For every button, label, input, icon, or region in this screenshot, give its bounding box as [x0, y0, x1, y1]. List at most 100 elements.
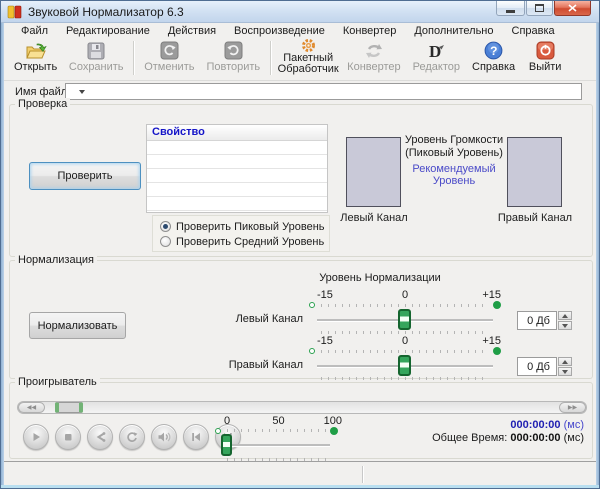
tick-marks — [321, 331, 487, 334]
toolbar-redo-label: Повторить — [206, 61, 261, 73]
repeat-button[interactable] — [119, 424, 145, 450]
menu-file[interactable]: Файл — [12, 24, 57, 38]
toolbar-exit-button[interactable]: Выйти — [521, 39, 569, 73]
stop-button[interactable] — [55, 424, 81, 450]
radio-selected-icon[interactable] — [160, 221, 171, 232]
seek-bar[interactable]: ◀◀ ▶▶ — [17, 401, 587, 414]
left-channel-slider-label: Левый Канал — [235, 313, 303, 325]
volume-title-line2: (Пиковый Уровень) — [405, 147, 503, 159]
minimize-icon — [506, 9, 515, 13]
right-db-spinner: 0 Дб — [517, 357, 572, 376]
slider-track-area[interactable] — [215, 434, 342, 458]
range-end-dot-icon — [493, 301, 501, 309]
total-time-value: 000:00:00 — [510, 432, 561, 444]
seek-right-button[interactable]: ▶▶ — [559, 402, 586, 413]
current-time-value: 000:00:00 — [510, 419, 561, 431]
volume-mid-label: 50 — [272, 415, 285, 427]
total-time-label: Общее Время: — [432, 432, 508, 444]
toolbar-open-button[interactable]: Открыть — [8, 39, 63, 73]
window-border-left — [1, 23, 4, 488]
toolbar-help-label: Справка — [472, 61, 516, 73]
shuffle-button[interactable] — [87, 424, 113, 450]
normalization-group-label: Нормализация — [15, 254, 97, 266]
right-db-value[interactable]: 0 Дб — [517, 357, 557, 376]
total-time-line: Общее Время: 000:00:00 (мс) — [432, 432, 584, 445]
status-bar — [4, 461, 596, 487]
stop-icon — [65, 434, 72, 441]
close-button[interactable] — [554, 1, 591, 16]
menu-extra[interactable]: Дополнительно — [405, 24, 502, 38]
left-channel-meter — [346, 137, 401, 207]
volume-slider[interactable]: 0 50 100 — [215, 415, 342, 461]
slider-track[interactable] — [223, 444, 330, 446]
maximize-icon — [535, 4, 544, 12]
titlebar[interactable]: Звуковой Нормализатор 6.3 — [1, 1, 599, 23]
right-channel-slider[interactable]: -15 0 +15 — [309, 335, 501, 380]
menu-help[interactable]: Справка — [503, 24, 564, 38]
toolbar-open-label: Открыть — [14, 61, 58, 73]
play-button[interactable] — [23, 424, 49, 450]
player-buttons — [23, 424, 241, 450]
play-icon — [33, 433, 40, 441]
left-db-value[interactable]: 0 Дб — [517, 311, 557, 330]
slider-thumb[interactable] — [221, 434, 232, 456]
menu-playback[interactable]: Воспроизведение — [225, 24, 334, 38]
property-table-header[interactable]: Свойство — [147, 125, 327, 141]
recommended-line1: Рекомендуемый — [412, 163, 496, 175]
toolbar-editor-label: Редактор — [412, 61, 460, 73]
normalize-button-label: Нормализовать — [37, 319, 118, 332]
volume-button[interactable] — [151, 424, 177, 450]
app-icon — [7, 5, 23, 19]
folder-open-icon — [25, 40, 47, 61]
filename-combobox[interactable] — [65, 83, 582, 100]
spin-down-button[interactable] — [558, 321, 572, 330]
toolbar-save-button[interactable]: Сохранить — [63, 39, 129, 73]
slider-thumb[interactable] — [398, 309, 411, 330]
previous-icon — [192, 433, 200, 441]
spin-down-button[interactable] — [558, 367, 572, 376]
minimize-button[interactable] — [496, 1, 525, 16]
scale-zero: 0 — [401, 335, 409, 347]
toolbar-converter-button[interactable]: Конвертер — [341, 39, 406, 73]
left-channel-slider[interactable]: -15 0 +15 — [309, 289, 501, 334]
toolbar-undo-button[interactable]: Отменить — [138, 39, 200, 73]
menu-edit[interactable]: Редактирование — [57, 24, 159, 38]
close-icon — [568, 4, 577, 12]
scale-max: +15 — [482, 335, 501, 347]
table-row — [147, 183, 327, 197]
slider-thumb[interactable] — [398, 355, 411, 376]
normalize-button[interactable]: Нормализовать — [29, 312, 126, 339]
seek-thumb[interactable] — [55, 402, 83, 413]
previous-track-button[interactable] — [183, 424, 209, 450]
maximize-button[interactable] — [526, 1, 553, 16]
toolbar-help-button[interactable]: ? Справка — [466, 39, 521, 73]
table-row — [147, 169, 327, 183]
app-window: Звуковой Нормализатор 6.3 Файл Редактиро… — [0, 0, 600, 489]
radio-peak-option[interactable]: Проверить Пиковый Уровень — [160, 219, 329, 234]
property-table[interactable]: Свойство — [146, 124, 328, 213]
slider-track-area[interactable] — [309, 355, 501, 377]
menu-converter[interactable]: Конвертер — [334, 24, 405, 38]
toolbar-separator — [133, 41, 135, 75]
radio-unselected-icon[interactable] — [160, 236, 171, 247]
editor-d-icon: D — [426, 40, 446, 61]
toolbar-undo-label: Отменить — [144, 61, 195, 73]
arrow-up-icon — [562, 359, 568, 364]
shuffle-icon — [96, 432, 106, 442]
radio-average-option[interactable]: Проверить Средний Уровень — [160, 234, 329, 249]
recommended-level-link[interactable]: Рекомендуемый Уровень — [402, 163, 506, 187]
toolbar-batch-button[interactable]: Пакетный Обработчик — [275, 39, 341, 75]
window-border-bottom — [1, 485, 599, 488]
toolbar-editor-button[interactable]: D Редактор — [407, 39, 466, 73]
seek-left-button[interactable]: ◀◀ — [18, 402, 45, 413]
chevron-down-icon[interactable] — [79, 89, 85, 94]
slider-track-area[interactable] — [309, 309, 501, 331]
spin-up-button[interactable] — [558, 311, 572, 320]
check-button[interactable]: Проверить — [29, 162, 141, 190]
volume-max-label: 100 — [323, 415, 342, 427]
toolbar-redo-button[interactable]: Повторить — [200, 39, 266, 73]
menu-actions[interactable]: Действия — [159, 24, 225, 38]
spin-up-button[interactable] — [558, 357, 572, 366]
toolbar-converter-label: Конвертер — [347, 61, 401, 73]
help-question-icon: ? — [484, 40, 503, 61]
